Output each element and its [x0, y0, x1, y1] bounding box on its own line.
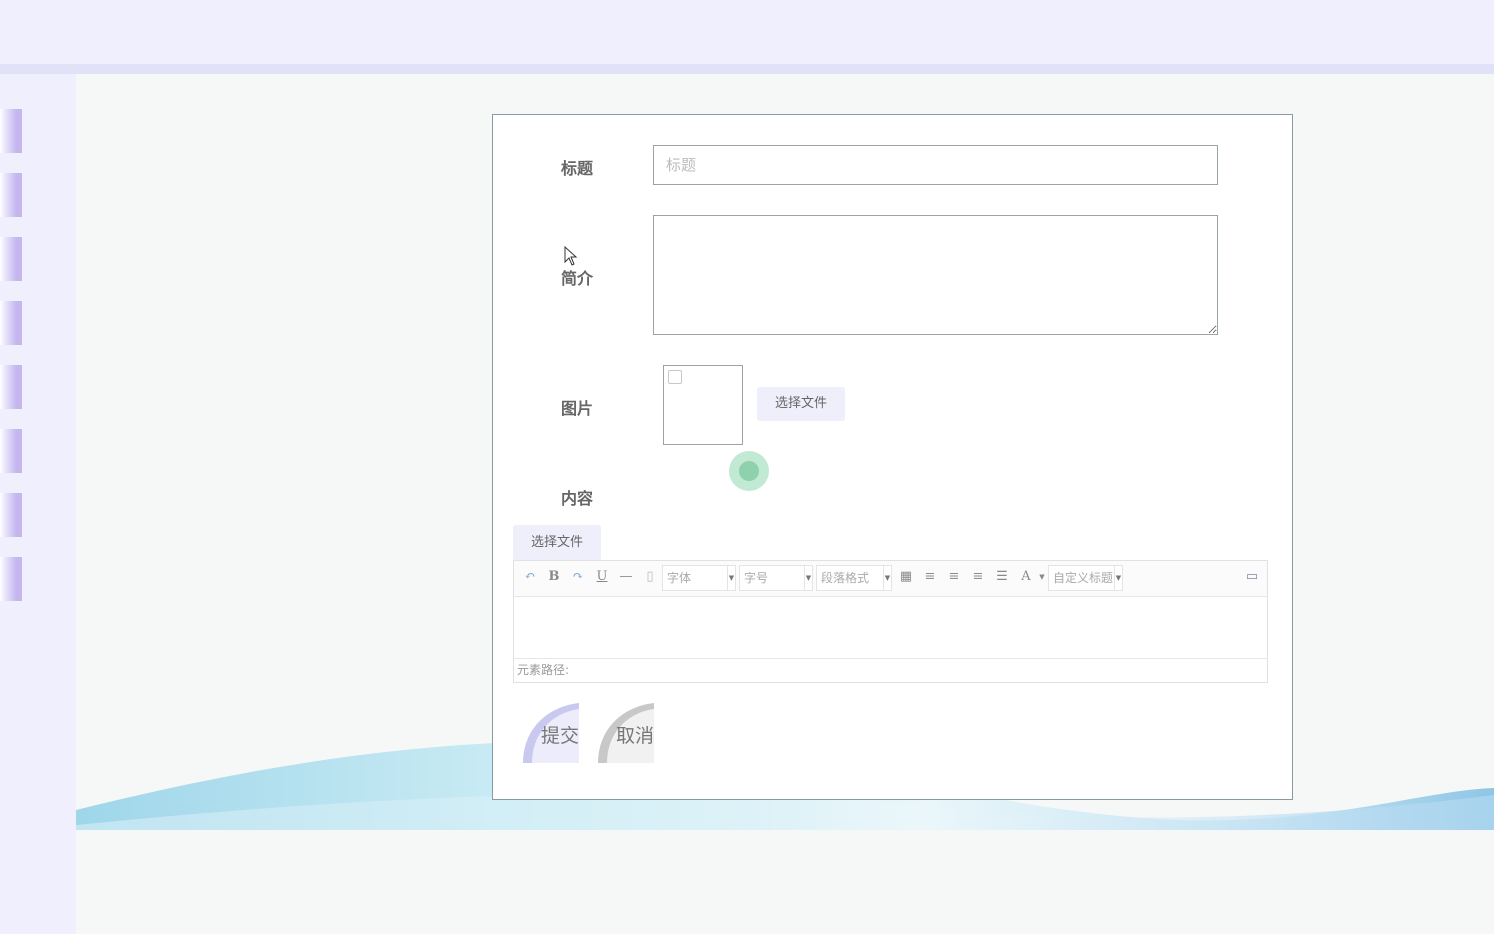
- align-right-icon[interactable]: ≡: [946, 569, 962, 585]
- sidebar: [0, 74, 76, 934]
- top-header-bar: [0, 0, 1494, 64]
- font-color-icon[interactable]: A: [1018, 569, 1034, 585]
- intro-label: 简介: [561, 269, 594, 288]
- sidebar-item-7[interactable]: [0, 493, 22, 537]
- chevron-down-icon: ▼: [883, 566, 891, 590]
- mouse-cursor-icon: [564, 246, 578, 266]
- redo-icon[interactable]: ↷: [570, 569, 586, 585]
- chevron-down-icon: ▼: [1114, 566, 1122, 590]
- align-justify-icon[interactable]: ☰: [994, 569, 1010, 585]
- paragraph-format-value: 段落格式: [821, 571, 870, 585]
- image-label: 图片: [561, 399, 594, 418]
- sidebar-item-3[interactable]: [0, 237, 22, 281]
- rich-text-editor: ↶ B ↷ U — ▯ 字体 ▼ 字号 ▼ 段落格式 ▼ ▦ ≡ ≡ ≡ ☰ A: [513, 560, 1268, 683]
- paragraph-format-select[interactable]: 段落格式 ▼: [816, 565, 892, 591]
- sidebar-item-1[interactable]: [0, 109, 22, 153]
- submit-button[interactable]: 提交: [523, 703, 579, 763]
- clear-doc-icon[interactable]: ▯: [642, 569, 658, 585]
- chevron-down-icon: ▼: [804, 566, 812, 590]
- click-indicator-core: [739, 461, 759, 481]
- content-label: 内容: [561, 489, 594, 508]
- edit-form-panel: 标题 简介 图片 选择文件 内容 选择文件 ↶ B ↷ U — ▯ 字体 ▼ 字…: [492, 114, 1293, 800]
- header-divider: [0, 64, 1494, 74]
- image-file-button[interactable]: 选择文件: [757, 387, 845, 421]
- table-icon[interactable]: ▦: [898, 569, 914, 585]
- editor-toolbar: ↶ B ↷ U — ▯ 字体 ▼ 字号 ▼ 段落格式 ▼ ▦ ≡ ≡ ≡ ☰ A: [514, 561, 1267, 597]
- content-file-button[interactable]: 选择文件: [513, 525, 601, 561]
- align-center-icon[interactable]: ≡: [970, 569, 986, 585]
- element-path-status: 元素路径:: [514, 658, 1267, 682]
- underline-icon[interactable]: U: [594, 569, 610, 585]
- fullscreen-icon[interactable]: ▭: [1244, 569, 1260, 585]
- image-preview: [663, 365, 743, 445]
- cancel-label: 取消: [616, 725, 654, 747]
- font-size-select[interactable]: 字号 ▼: [739, 565, 813, 591]
- title-label: 标题: [561, 159, 594, 178]
- chevron-down-icon: ▼: [727, 566, 735, 590]
- horizontal-rule-icon[interactable]: —: [618, 569, 634, 585]
- undo-icon[interactable]: ↶: [522, 569, 538, 585]
- editor-content-area[interactable]: [514, 597, 1267, 659]
- align-left-icon[interactable]: ≡: [922, 569, 938, 585]
- cancel-button[interactable]: 取消: [598, 703, 654, 763]
- intro-textarea[interactable]: [653, 215, 1218, 335]
- bold-icon[interactable]: B: [546, 569, 562, 585]
- sidebar-item-5[interactable]: [0, 365, 22, 409]
- font-family-value: 字体: [667, 571, 692, 585]
- font-size-value: 字号: [744, 571, 769, 585]
- broken-image-icon: [668, 370, 682, 384]
- custom-title-value: 自定义标题: [1053, 571, 1113, 585]
- sidebar-item-2[interactable]: [0, 173, 22, 217]
- title-input[interactable]: [653, 145, 1218, 185]
- submit-label: 提交: [541, 725, 579, 747]
- click-indicator: [729, 451, 769, 491]
- sidebar-item-6[interactable]: [0, 429, 22, 473]
- sidebar-item-8[interactable]: [0, 557, 22, 601]
- sidebar-item-4[interactable]: [0, 301, 22, 345]
- custom-title-select[interactable]: 自定义标题 ▼: [1048, 565, 1123, 591]
- font-family-select[interactable]: 字体 ▼: [662, 565, 736, 591]
